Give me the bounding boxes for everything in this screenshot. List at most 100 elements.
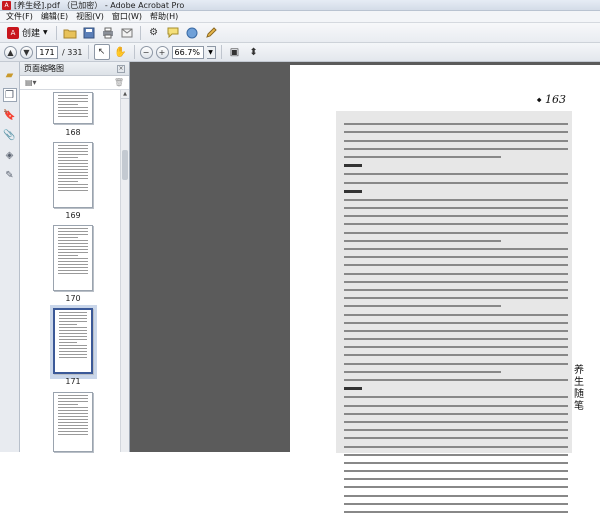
toolbar-separator [220, 45, 222, 59]
thumbnail-page-next[interactable] [53, 392, 93, 452]
text-line [344, 297, 568, 300]
create-button[interactable]: A 创建 ▼ [4, 26, 51, 39]
text-line [344, 461, 568, 464]
thumbnail-page-168[interactable] [53, 92, 93, 124]
main-toolbar: A 创建 ▼ ⚙ [0, 23, 600, 43]
text-line [344, 123, 568, 126]
text-lines [344, 117, 568, 513]
folder-icon[interactable]: ▰ [3, 68, 17, 82]
text-line [344, 338, 568, 341]
chevron-down-icon: ▼ [43, 29, 48, 36]
zoom-out-icon[interactable]: − [139, 45, 153, 59]
toolbar-separator [133, 45, 135, 59]
text-line [344, 198, 568, 201]
text-line [344, 288, 568, 291]
text-line [344, 223, 568, 226]
email-icon[interactable] [119, 25, 135, 41]
page-thumbnails-icon[interactable]: ❐ [2, 88, 17, 102]
thumbnail-page-170[interactable] [53, 225, 93, 291]
next-page-icon[interactable]: ▼ [20, 45, 33, 59]
thumbnails-scrollbar[interactable]: ▲ [120, 90, 129, 452]
navigation-pane-rail: ▰ ❐ 🔖 📎 ◈ ✎ [0, 62, 20, 452]
close-panel-icon[interactable]: × [117, 64, 125, 73]
thumbnail-label: 168 [65, 128, 81, 137]
menu-view[interactable]: 视图(V) [72, 11, 108, 22]
text-line [344, 486, 568, 489]
thumbnail-page-169[interactable] [53, 142, 93, 208]
page-number-value: 163 [545, 93, 566, 106]
menu-help[interactable]: 帮助(H) [146, 11, 182, 22]
text-line [344, 354, 568, 357]
pdf-page[interactable]: ◆ 163 养 生 随 笔 [290, 65, 600, 513]
delete-icon[interactable]: 🗑 [114, 78, 124, 87]
navigation-toolbar: ▲ ▼ 171 / 331 ↖ ✋ − + 66.7% ▼ ▣ ⬍ [0, 43, 600, 62]
text-line [344, 207, 568, 210]
select-tool-icon[interactable]: ↖ [93, 44, 110, 60]
menu-bar: 文件(F) 编辑(E) 视图(V) 窗口(W) 帮助(H) [0, 11, 600, 23]
fit-width-icon[interactable]: ⬍ [246, 44, 262, 60]
text-line [344, 313, 568, 316]
scroll-handle[interactable] [122, 150, 128, 180]
options-icon[interactable]: ▤▾ [25, 78, 37, 87]
text-line [344, 478, 568, 481]
text-line [344, 362, 568, 365]
text-line [344, 346, 568, 349]
text-line [344, 370, 501, 373]
side-title-char: 随 [574, 389, 584, 400]
fit-page-icon[interactable]: ▣ [227, 44, 243, 60]
toolbar-separator [139, 25, 141, 40]
create-pdf-icon: A [7, 26, 19, 39]
zoom-input[interactable]: 66.7% [171, 45, 204, 59]
text-line [344, 494, 568, 497]
thumbnail-page-171[interactable] [53, 308, 93, 374]
print-icon[interactable] [100, 25, 116, 41]
text-line [344, 231, 568, 234]
text-line [344, 453, 568, 456]
attachments-icon[interactable]: 📎 [3, 128, 17, 142]
text-line [344, 272, 568, 275]
thumbnail-label: 171 [65, 377, 81, 386]
menu-window[interactable]: 窗口(W) [108, 11, 146, 22]
zoom-in-icon[interactable]: + [155, 45, 169, 59]
bookmarks-icon[interactable]: 🔖 [3, 108, 17, 122]
zoom-dropdown-icon[interactable]: ▼ [206, 45, 216, 59]
comment-icon[interactable] [165, 25, 181, 41]
thumbnail-label: 170 [65, 294, 81, 303]
text-line [344, 429, 568, 432]
text-line [344, 173, 568, 176]
scroll-up-icon[interactable]: ▲ [121, 90, 129, 99]
page-number-label: ◆ 163 [536, 93, 566, 106]
document-viewport[interactable]: ◆ 163 养 生 随 笔 [130, 62, 600, 513]
settings-icon[interactable]: ⚙ [146, 25, 162, 41]
text-line [344, 437, 568, 440]
thumbnails-header: 页面缩略图 × [20, 62, 129, 76]
side-title: 养 生 随 笔 [574, 365, 596, 413]
menu-file[interactable]: 文件(F) [2, 11, 37, 22]
previous-page-icon[interactable]: ▲ [4, 45, 17, 59]
text-line [344, 264, 568, 267]
hand-tool-icon[interactable]: ✋ [113, 44, 129, 60]
text-line [344, 215, 568, 218]
thumbnail-label: 169 [65, 211, 81, 220]
thumbnails-options: ▤▾ 🗑 [20, 76, 129, 90]
text-line [344, 164, 362, 168]
save-icon[interactable] [81, 25, 97, 41]
acrobat-icon: A [2, 0, 11, 10]
menu-edit[interactable]: 编辑(E) [37, 11, 72, 22]
page-number-input[interactable]: 171 [36, 45, 58, 59]
text-line [344, 155, 501, 158]
text-line [344, 131, 568, 134]
share-icon[interactable] [184, 25, 200, 41]
text-line [344, 502, 568, 505]
open-folder-icon[interactable] [62, 25, 78, 41]
signatures-icon[interactable]: ✎ [3, 168, 17, 182]
text-line [344, 256, 568, 259]
text-line [344, 321, 568, 324]
text-line [344, 139, 568, 142]
text-line [344, 280, 568, 283]
layers-icon[interactable]: ◈ [3, 148, 17, 162]
toolbar-separator [87, 45, 89, 59]
text-line [344, 189, 362, 193]
side-title-char: 笔 [574, 401, 584, 412]
edit-icon[interactable] [203, 25, 219, 41]
